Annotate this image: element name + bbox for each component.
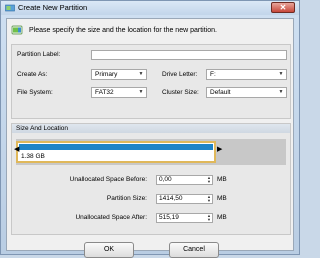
partition-usage-bar — [19, 144, 213, 150]
cluster-size-select[interactable]: Default ▼ — [206, 87, 287, 98]
window-title: Create New Partition — [18, 3, 88, 12]
partition-wizard-icon — [11, 25, 23, 35]
size-and-location-group: Size And Location 1.38 GB ◀ ▶ Unallocate… — [11, 123, 291, 235]
create-as-label: Create As: — [17, 71, 48, 78]
file-system-select[interactable]: FAT32 ▼ — [91, 87, 147, 98]
dialog-window: Create New Partition ✕ Please specify th… — [0, 0, 300, 258]
partition-size-display: 1.38 GB — [21, 153, 45, 160]
size-and-location-title: Size And Location — [16, 125, 69, 132]
unallocated-before-input[interactable]: 0,00 ▲ ▼ — [156, 175, 213, 185]
unallocated-before-label: Unallocated Space Before: — [69, 176, 147, 183]
chevron-down-icon: ▼ — [138, 89, 144, 95]
file-system-value: FAT32 — [95, 89, 114, 96]
partition-properties-group: Partition Label: Create As: Primary ▼ Dr… — [11, 44, 291, 119]
instruction-text: Please specify the size and the location… — [29, 27, 217, 34]
chevron-down-icon: ▼ — [278, 71, 284, 77]
unallocated-after-label: Unallocated Space After: — [75, 214, 147, 221]
resize-handle-right-icon[interactable]: ▶ — [217, 146, 222, 153]
ok-button[interactable]: OK — [84, 242, 134, 258]
partition-label-label: Partition Label: — [17, 51, 61, 58]
cluster-size-label: Cluster Size: — [162, 89, 199, 96]
create-as-select[interactable]: Primary ▼ — [91, 69, 147, 80]
spinner-icon[interactable]: ▲ ▼ — [206, 214, 212, 222]
unallocated-after-input[interactable]: 515,19 ▲ ▼ — [156, 213, 213, 223]
partition-size-label: Partition Size: — [106, 195, 147, 202]
cancel-button[interactable]: Cancel — [169, 242, 219, 258]
unallocated-after-value: 515,19 — [159, 214, 179, 221]
drive-letter-label: Drive Letter: — [162, 71, 198, 78]
partition-block[interactable]: 1.38 GB — [16, 141, 216, 163]
partition-size-value: 1414,50 — [159, 195, 183, 202]
spinner-icon[interactable]: ▲ ▼ — [206, 176, 212, 184]
chevron-down-icon: ▼ — [278, 89, 284, 95]
chevron-down-icon: ▼ — [138, 71, 144, 77]
drive-letter-select[interactable]: F: ▼ — [206, 69, 287, 80]
spinner-icon[interactable]: ▲ ▼ — [206, 195, 212, 203]
size-and-location-header: Size And Location — [12, 124, 290, 133]
title-bar[interactable]: Create New Partition ✕ — [1, 1, 299, 15]
dialog-body: Please specify the size and the location… — [6, 18, 294, 258]
create-as-value: Primary — [95, 71, 118, 78]
partition-label-input[interactable] — [91, 50, 287, 60]
partition-size-unit: MB — [217, 195, 227, 202]
partition-app-icon — [5, 4, 15, 12]
unallocated-after-unit: MB — [217, 214, 227, 221]
close-button[interactable]: ✕ — [271, 2, 295, 13]
resize-handle-left-icon[interactable]: ◀ — [14, 146, 19, 153]
drive-letter-value: F: — [210, 71, 216, 78]
cluster-size-value: Default — [210, 89, 231, 96]
partition-size-input[interactable]: 1414,50 ▲ ▼ — [156, 194, 213, 204]
unallocated-before-value: 0,00 — [159, 176, 172, 183]
unallocated-before-unit: MB — [217, 176, 227, 183]
file-system-label: File System: — [17, 89, 53, 96]
disk-map: 1.38 GB ◀ ▶ — [14, 139, 286, 165]
